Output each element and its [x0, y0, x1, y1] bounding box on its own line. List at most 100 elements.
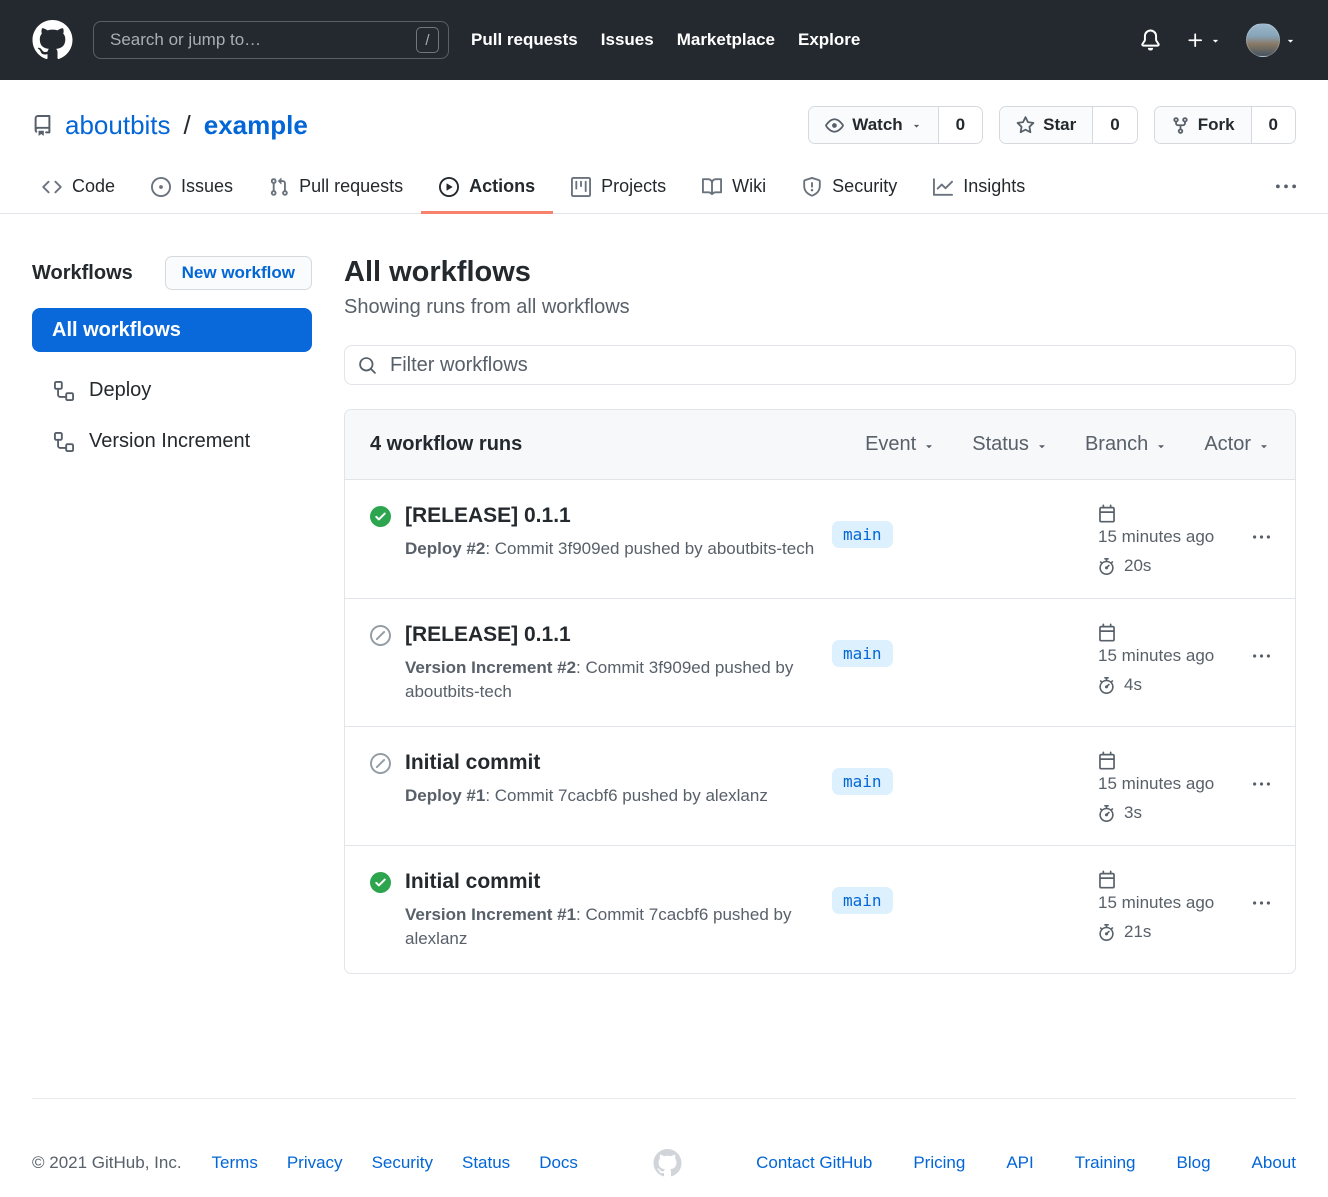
repo-header: aboutbits / example Watch 0 Star 0 Fork …	[0, 80, 1328, 160]
stopwatch-icon	[1098, 677, 1115, 694]
run-options-button[interactable]	[1253, 776, 1270, 793]
branch-badge[interactable]: main	[832, 640, 893, 667]
fork-button[interactable]: Fork	[1155, 107, 1252, 143]
star-count[interactable]: 0	[1093, 107, 1136, 143]
footer-link-contact-github[interactable]: Contact GitHub	[756, 1153, 872, 1173]
filter-branch[interactable]: Branch	[1085, 433, 1167, 456]
run-description: Deploy #2: Commit 3f909ed pushed by abou…	[405, 537, 814, 561]
copyright: © 2021 GitHub, Inc.	[32, 1153, 182, 1173]
shield-icon	[802, 177, 822, 197]
filter-workflows-input[interactable]	[388, 353, 1282, 378]
stopwatch-icon	[1098, 558, 1115, 575]
footer-link-status[interactable]: Status	[462, 1153, 510, 1173]
filter-event[interactable]: Event	[865, 433, 935, 456]
nav-item-pull-requests[interactable]: Pull requests	[471, 30, 578, 50]
fork-count[interactable]: 0	[1252, 107, 1295, 143]
run-meta: 15 minutes ago 3s	[1098, 749, 1270, 823]
sidebar-item-version-increment[interactable]: Version Increment	[32, 416, 312, 467]
tab-insights-label: Insights	[963, 176, 1025, 197]
new-workflow-button[interactable]: New workflow	[165, 256, 312, 290]
status-skipped-icon	[370, 625, 391, 646]
filter-actor[interactable]: Actor	[1204, 433, 1270, 456]
tab-code[interactable]: Code	[24, 160, 133, 214]
footer-link-blog[interactable]: Blog	[1177, 1153, 1211, 1173]
footer-link-docs[interactable]: Docs	[539, 1153, 578, 1173]
tab-projects-label: Projects	[601, 176, 666, 197]
footer-link-security[interactable]: Security	[372, 1153, 433, 1173]
watch-count[interactable]: 0	[939, 107, 982, 143]
nav-item-marketplace[interactable]: Marketplace	[677, 30, 775, 50]
footer-link-privacy[interactable]: Privacy	[287, 1153, 343, 1173]
top-navbar: / Pull requests Issues Marketplace Explo…	[0, 0, 1328, 80]
branch-badge[interactable]: main	[832, 887, 893, 914]
stopwatch-icon	[1098, 805, 1115, 822]
nav-item-explore[interactable]: Explore	[798, 30, 860, 50]
kebab-icon	[1253, 648, 1270, 665]
footer-link-training[interactable]: Training	[1075, 1153, 1136, 1173]
watch-label: Watch	[852, 115, 902, 135]
run-title-link[interactable]: [RELEASE] 0.1.1	[405, 502, 814, 529]
notifications-button[interactable]	[1140, 29, 1161, 51]
sidebar-item-deploy[interactable]: Deploy	[32, 365, 312, 416]
page-layout: Workflows New workflow All workflows Dep…	[0, 214, 1328, 974]
issue-opened-icon	[151, 177, 171, 197]
watch-button[interactable]: Watch	[809, 107, 938, 143]
footer-link-pricing[interactable]: Pricing	[913, 1153, 965, 1173]
tab-insights[interactable]: Insights	[915, 160, 1043, 214]
footer-link-api[interactable]: API	[1006, 1153, 1033, 1173]
run-title-link[interactable]: Initial commit	[405, 868, 825, 895]
tab-actions[interactable]: Actions	[421, 160, 553, 214]
caret-down-icon	[1210, 35, 1221, 46]
search-input[interactable]	[108, 29, 416, 51]
github-footer-mark-icon[interactable]	[653, 1149, 682, 1177]
calendar-icon	[1098, 504, 1116, 523]
run-title-link[interactable]: Initial commit	[405, 749, 768, 776]
star-icon	[1016, 116, 1035, 135]
main-content: All workflows Showing runs from all work…	[344, 256, 1296, 974]
tab-issues[interactable]: Issues	[133, 160, 251, 214]
github-logo[interactable]	[32, 20, 73, 60]
run-title-link[interactable]: [RELEASE] 0.1.1	[405, 621, 825, 648]
tab-overflow-button[interactable]	[1268, 167, 1304, 207]
tab-pull-requests[interactable]: Pull requests	[251, 160, 421, 214]
bell-icon	[1140, 29, 1161, 51]
caret-down-icon	[1036, 440, 1048, 452]
tab-projects[interactable]: Projects	[553, 160, 684, 214]
branch-badge[interactable]: main	[832, 521, 893, 548]
run-options-button[interactable]	[1253, 895, 1270, 912]
play-icon	[439, 177, 459, 197]
workflows-sidebar: Workflows New workflow All workflows Dep…	[32, 256, 312, 974]
filter-status[interactable]: Status	[972, 433, 1048, 456]
run-duration: 3s	[1124, 803, 1142, 823]
run-options-button[interactable]	[1253, 648, 1270, 665]
graph-icon	[933, 177, 953, 197]
repo-tab-bar: Code Issues Pull requests Actions Projec…	[0, 160, 1328, 214]
project-icon	[571, 177, 591, 197]
avatar	[1246, 23, 1280, 57]
status-success-icon	[370, 872, 391, 893]
user-menu-button[interactable]	[1246, 23, 1296, 57]
run-options-button[interactable]	[1253, 529, 1270, 546]
run-description: Version Increment #2: Commit 3f909ed pus…	[405, 656, 825, 704]
slash-key-hint: /	[416, 27, 439, 53]
footer-link-terms[interactable]: Terms	[212, 1153, 258, 1173]
repo-owner-link[interactable]: aboutbits	[65, 110, 171, 141]
footer-link-about[interactable]: About	[1252, 1153, 1296, 1173]
branch-badge[interactable]: main	[832, 768, 893, 795]
tab-code-label: Code	[72, 176, 115, 197]
workflow-run-row: Initial commit Version Increment #1: Com…	[345, 845, 1295, 973]
runs-count: 4 workflow runs	[370, 433, 522, 456]
page-subtitle: Showing runs from all workflows	[344, 296, 1296, 319]
runs-header: 4 workflow runs Event Status Branch	[345, 410, 1295, 479]
star-button[interactable]: Star	[1000, 107, 1093, 143]
nav-item-issues[interactable]: Issues	[601, 30, 654, 50]
star-label: Star	[1043, 115, 1076, 135]
create-new-button[interactable]	[1186, 31, 1221, 50]
sidebar-item-all-workflows[interactable]: All workflows	[32, 308, 312, 352]
repo-name-link[interactable]: example	[204, 110, 308, 141]
workflow-run-row: Initial commit Deploy #1: Commit 7cacbf6…	[345, 726, 1295, 845]
tab-security[interactable]: Security	[784, 160, 915, 214]
run-time: 15 minutes ago	[1098, 527, 1214, 547]
workflow-icon	[54, 381, 74, 401]
tab-wiki[interactable]: Wiki	[684, 160, 784, 214]
